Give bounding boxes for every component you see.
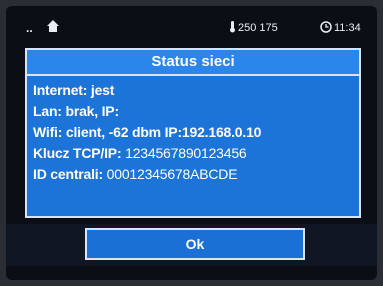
line-value: 00012345678ABCDE: [106, 166, 238, 182]
clock: 11:34: [320, 21, 361, 34]
device-screen: .. 250 175 11:34 Status sieci Internet: …: [6, 6, 377, 280]
line-label: Internet:: [33, 82, 88, 98]
line-value: brak, IP:: [65, 103, 119, 119]
status-lines: Internet: jest Lan: brak, IP: Wifi: clie…: [33, 80, 357, 185]
ok-button[interactable]: Ok: [85, 228, 305, 260]
line-label: Lan:: [33, 103, 62, 119]
line-value: 1234567890123456: [125, 145, 247, 161]
line-label: ID centrali:: [33, 166, 103, 182]
button-row: Ok: [6, 224, 377, 266]
internet-status-line: Internet: jest: [33, 80, 357, 101]
tcp-key-line: Klucz TCP/IP: 1234567890123456: [33, 143, 357, 164]
status-bar: .. 250 175 11:34: [6, 6, 377, 44]
temperature-readout: 250 175: [229, 21, 278, 34]
clock-time: 11:34: [334, 22, 361, 34]
signal-dots: ..: [26, 21, 33, 35]
line-label: Klucz TCP/IP:: [33, 145, 122, 161]
wifi-status-line: Wifi: client, -62 dbm IP:192.168.0.10: [33, 122, 357, 143]
temperature-value: 250 175: [238, 22, 278, 34]
line-value: client, -62 dbm IP:192.168.0.10: [65, 124, 262, 140]
clock-icon: [320, 21, 332, 33]
line-value: jest: [90, 82, 115, 98]
central-id-line: ID centrali: 00012345678ABCDE: [33, 164, 357, 185]
home-icon: [47, 20, 59, 32]
thermometer-icon: [230, 21, 235, 33]
network-status-dialog: Status sieci Internet: jest Lan: brak, I…: [25, 48, 361, 218]
line-label: Wifi:: [33, 124, 63, 140]
dialog-title: Status sieci: [27, 50, 359, 76]
lan-status-line: Lan: brak, IP:: [33, 101, 357, 122]
